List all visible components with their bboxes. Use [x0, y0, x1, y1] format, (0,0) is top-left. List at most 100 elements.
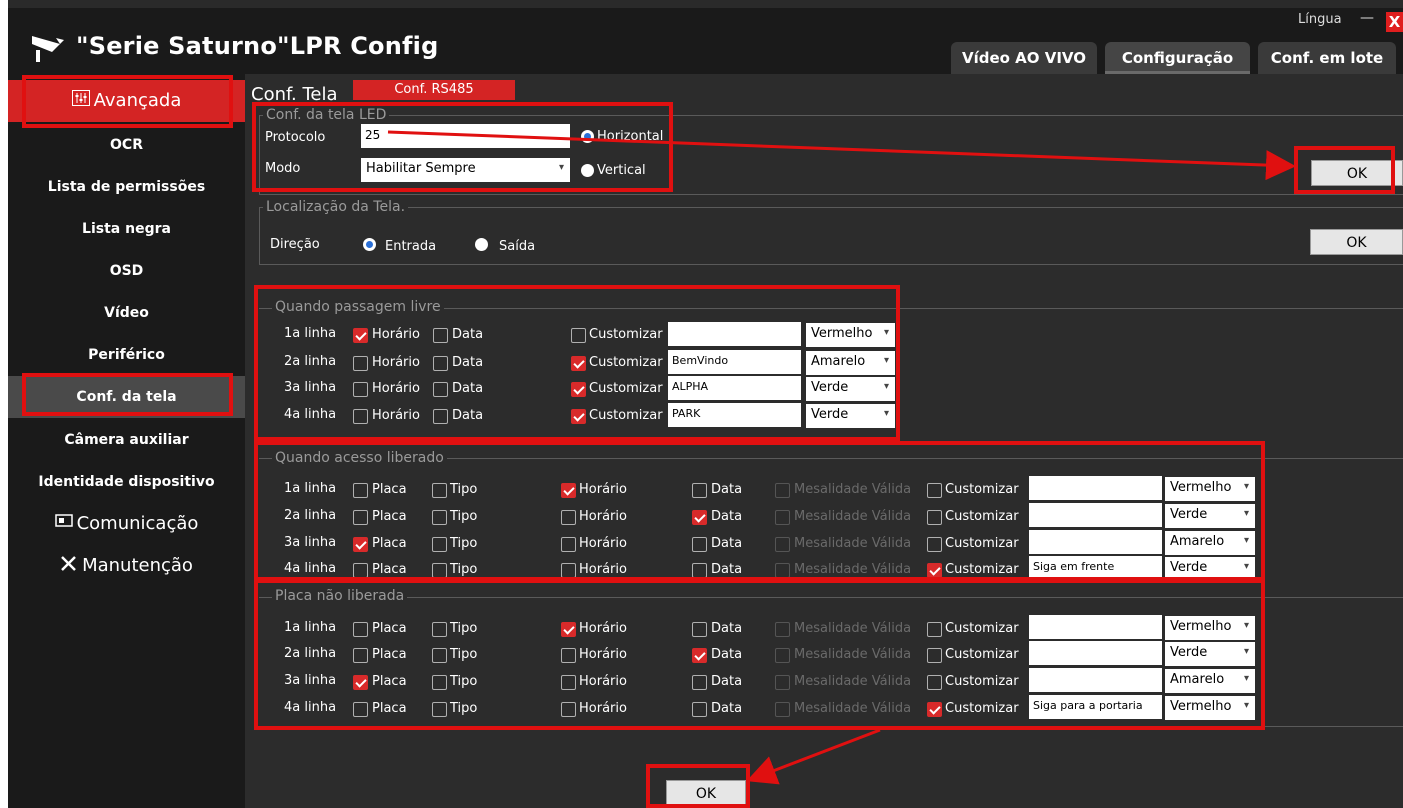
custom-text-input[interactable] — [1029, 641, 1162, 665]
data-checkbox[interactable] — [433, 328, 448, 343]
color-select[interactable]: Vermelho ▾ — [1165, 696, 1255, 720]
data-checkbox[interactable] — [433, 409, 448, 424]
custom-text-input[interactable]: PARK — [668, 403, 801, 427]
color-select[interactable]: Verde ▾ — [1165, 557, 1255, 581]
minimize-button[interactable]: — — [1360, 10, 1374, 26]
sidebar-item-screen-config[interactable]: Conf. da tela — [8, 376, 245, 418]
sidebar-item-allowlist[interactable]: Lista de permissões — [8, 166, 245, 208]
color-select[interactable]: Verde ▾ — [806, 377, 895, 401]
custom-text-input[interactable] — [1029, 503, 1162, 527]
color-select[interactable]: Amarelo ▾ — [1165, 669, 1255, 693]
tab-rs485[interactable]: Conf. RS485 — [353, 80, 515, 100]
horario-checkbox[interactable] — [561, 622, 576, 637]
color-select[interactable]: Vermelho ▾ — [1165, 477, 1255, 501]
placa-checkbox[interactable] — [353, 622, 368, 637]
tipo-checkbox[interactable] — [432, 563, 447, 578]
placa-checkbox[interactable] — [353, 483, 368, 498]
color-select[interactable]: Vermelho ▾ — [806, 323, 895, 347]
sidebar-item-advanced[interactable]: Avançada — [8, 80, 245, 122]
custom-text-input[interactable] — [1029, 530, 1162, 554]
sidebar-item-device-identity[interactable]: Identidade dispositivo — [8, 461, 245, 503]
horario-checkbox[interactable] — [561, 537, 576, 552]
tipo-checkbox[interactable] — [432, 510, 447, 525]
horario-checkbox[interactable] — [561, 675, 576, 690]
customize-checkbox[interactable] — [927, 675, 942, 690]
sidebar-item-maintenance[interactable]: Manutenção — [8, 545, 245, 587]
tipo-checkbox[interactable] — [432, 537, 447, 552]
led-ok-button[interactable]: OK — [1311, 160, 1403, 186]
protocol-input[interactable]: 25 — [361, 124, 570, 148]
color-select[interactable]: Amarelo ▾ — [1165, 531, 1255, 555]
saida-radio[interactable] — [475, 238, 488, 251]
data-checkbox[interactable] — [692, 537, 707, 552]
placa-checkbox[interactable] — [353, 510, 368, 525]
tab-live-video[interactable]: Vídeo AO VIVO — [951, 42, 1097, 74]
placa-checkbox[interactable] — [353, 537, 368, 552]
color-select[interactable]: Vermelho ▾ — [1165, 616, 1255, 640]
customize-checkbox[interactable] — [927, 648, 942, 663]
vertical-radio[interactable] — [581, 164, 594, 177]
custom-text-input[interactable] — [668, 322, 801, 346]
color-select[interactable]: Verde ▾ — [1165, 642, 1255, 666]
placa-checkbox[interactable] — [353, 648, 368, 663]
horario-checkbox[interactable] — [561, 563, 576, 578]
data-checkbox[interactable] — [692, 622, 707, 637]
horario-checkbox[interactable] — [561, 702, 576, 717]
horario-checkbox[interactable] — [353, 382, 368, 397]
customize-checkbox[interactable] — [927, 510, 942, 525]
custom-text-input[interactable] — [1029, 668, 1162, 692]
mode-select[interactable]: Habilitar Sempre ▾ — [361, 158, 570, 182]
data-checkbox[interactable] — [692, 483, 707, 498]
horario-checkbox[interactable] — [561, 648, 576, 663]
custom-text-input[interactable] — [1029, 615, 1162, 639]
color-select[interactable]: Verde ▾ — [1165, 504, 1255, 528]
sidebar-item-video[interactable]: Vídeo — [8, 292, 245, 334]
data-checkbox[interactable] — [692, 648, 707, 663]
sidebar-item-peripheral[interactable]: Periférico — [8, 334, 245, 376]
customize-checkbox[interactable] — [927, 622, 942, 637]
tipo-checkbox[interactable] — [432, 483, 447, 498]
customize-checkbox[interactable] — [571, 328, 586, 343]
custom-text-input[interactable]: Siga para a portaria — [1029, 695, 1162, 719]
sidebar-item-communication[interactable]: Comunicação — [8, 503, 245, 545]
customize-checkbox[interactable] — [571, 356, 586, 371]
data-checkbox[interactable] — [692, 702, 707, 717]
data-checkbox[interactable] — [433, 382, 448, 397]
placa-checkbox[interactable] — [353, 563, 368, 578]
color-select[interactable]: Amarelo ▾ — [806, 351, 895, 375]
tab-batch-config[interactable]: Conf. em lote — [1258, 42, 1396, 74]
placa-checkbox[interactable] — [353, 675, 368, 690]
custom-text-input[interactable]: ALPHA — [668, 376, 801, 400]
close-button[interactable]: X — [1386, 12, 1403, 32]
horizontal-radio[interactable] — [581, 130, 594, 143]
customize-checkbox[interactable] — [927, 702, 942, 717]
customize-checkbox[interactable] — [571, 382, 586, 397]
customize-checkbox[interactable] — [571, 409, 586, 424]
placa-checkbox[interactable] — [353, 702, 368, 717]
horario-checkbox[interactable] — [353, 356, 368, 371]
tipo-checkbox[interactable] — [432, 675, 447, 690]
custom-text-input[interactable]: Siga em frente — [1029, 556, 1162, 580]
entrada-radio[interactable] — [363, 238, 376, 251]
horario-checkbox[interactable] — [353, 328, 368, 343]
tipo-checkbox[interactable] — [432, 702, 447, 717]
custom-text-input[interactable]: BemVindo — [668, 350, 801, 374]
save-ok-button[interactable]: OK — [666, 780, 746, 806]
tab-configuration[interactable]: Configuração — [1105, 42, 1250, 74]
sidebar-item-ocr[interactable]: OCR — [8, 124, 245, 166]
data-checkbox[interactable] — [433, 356, 448, 371]
custom-text-input[interactable] — [1029, 476, 1162, 500]
sidebar-item-osd[interactable]: OSD — [8, 250, 245, 292]
customize-checkbox[interactable] — [927, 483, 942, 498]
horario-checkbox[interactable] — [353, 409, 368, 424]
data-checkbox[interactable] — [692, 563, 707, 578]
data-checkbox[interactable] — [692, 675, 707, 690]
tipo-checkbox[interactable] — [432, 622, 447, 637]
customize-checkbox[interactable] — [927, 537, 942, 552]
language-menu[interactable]: Língua — [1298, 12, 1342, 27]
color-select[interactable]: Verde ▾ — [806, 404, 895, 428]
sidebar-item-blacklist[interactable]: Lista negra — [8, 208, 245, 250]
data-checkbox[interactable] — [692, 510, 707, 525]
tipo-checkbox[interactable] — [432, 648, 447, 663]
sidebar-item-aux-camera[interactable]: Câmera auxiliar — [8, 419, 245, 461]
